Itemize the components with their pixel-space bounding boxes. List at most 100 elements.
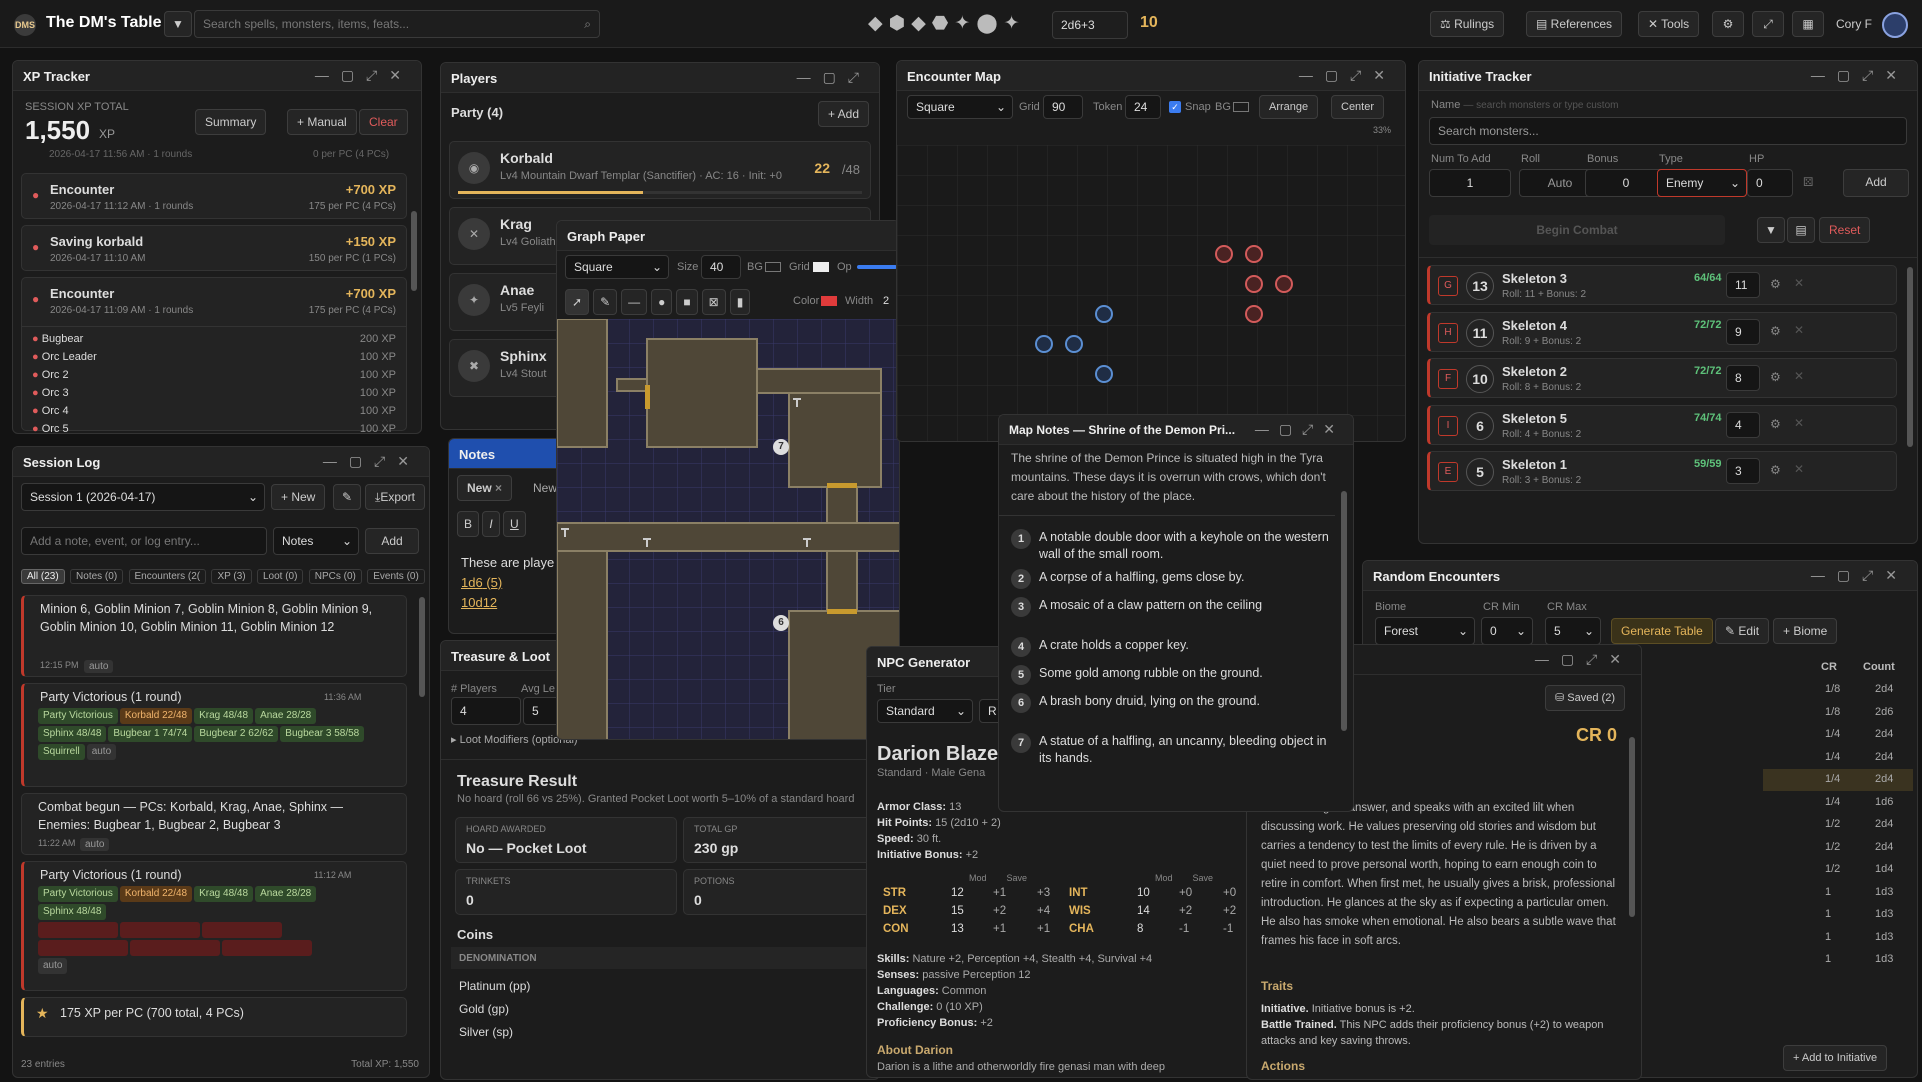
sort-button[interactable]: ▼ <box>1757 217 1785 243</box>
session-log-header[interactable]: Session Log —▢⤢✕ <box>13 447 429 477</box>
grid-swatch[interactable] <box>813 262 829 272</box>
num-input[interactable]: 1 <box>1429 169 1511 197</box>
filter-tab[interactable]: Encounters (2( <box>128 569 207 584</box>
map-button[interactable]: ▤ <box>1787 217 1815 243</box>
combatant-row[interactable]: E 5 Skeleton 1 Roll: 3 + Bonus: 2 59/59 3 ⚙ ✕ <box>1427 451 1897 491</box>
xp-clear-button[interactable]: Clear <box>359 109 408 135</box>
window-controls[interactable]: —▢⤢✕ <box>1535 651 1633 668</box>
close-icon[interactable]: × <box>495 481 502 495</box>
filter-button[interactable]: ▼ <box>164 11 192 37</box>
rect-tool[interactable]: ■ <box>676 289 698 315</box>
close-icon[interactable]: ✕ <box>1794 323 1804 337</box>
combatant-row[interactable]: F 10 Skeleton 2 Roll: 8 + Bonus: 2 72/72 8 ⚙ ✕ <box>1427 358 1897 398</box>
map-marker[interactable]: 6 <box>773 615 789 631</box>
table-row[interactable]: 1/4 2d4 <box>1763 724 1913 746</box>
grid-size-input[interactable]: 90 <box>1043 95 1083 119</box>
combatant-ac-input[interactable]: 4 <box>1726 411 1760 438</box>
tools-button[interactable]: ✕ Tools <box>1638 11 1700 37</box>
gear-icon[interactable]: ⚙ <box>1770 417 1781 431</box>
scrollbar[interactable] <box>411 211 417 291</box>
notes-tab[interactable]: New × <box>457 475 513 501</box>
graph-paper-header[interactable]: Graph Paper <box>557 221 899 251</box>
xp-manual-button[interactable]: + Manual <box>287 109 357 135</box>
dice-roll-link[interactable]: 1d6 (5) <box>461 575 502 590</box>
fill-tool[interactable]: ▮ <box>729 289 751 315</box>
close-icon[interactable]: ✕ <box>1794 276 1804 290</box>
table-row[interactable]: 1/4 1d6 <box>1763 792 1913 814</box>
player-token[interactable] <box>1065 335 1083 353</box>
erase-tool[interactable]: ⊠ <box>701 289 726 315</box>
table-row[interactable]: 1 1d3 <box>1763 949 1913 971</box>
list-item[interactable]: 5 Some gold among rubble on the ground. <box>1011 665 1333 685</box>
begin-combat-button[interactable]: Begin Combat <box>1429 215 1725 245</box>
combatant-ac-input[interactable]: 3 <box>1726 458 1760 484</box>
edit-table-button[interactable]: ✎ Edit <box>1715 618 1770 644</box>
players-header[interactable]: Players —▢⤢ <box>441 63 879 93</box>
add-combatant-button[interactable]: Add <box>1843 169 1909 197</box>
session-select[interactable]: Session 1 (2026-04-17) ⌄ <box>21 483 265 511</box>
dice-icon[interactable]: ⚄ <box>1803 175 1813 189</box>
random-encounters-header[interactable]: Random Encounters —▢⤢✕ <box>1363 561 1917 591</box>
table-row[interactable]: 1/2 2d4 <box>1763 837 1913 859</box>
dice-roll-link[interactable]: 10d12 <box>461 595 497 610</box>
table-row[interactable]: 1/8 2d4 <box>1763 679 1913 701</box>
table-row[interactable]: 1/2 1d4 <box>1763 859 1913 881</box>
circle-tool[interactable]: ● <box>651 289 673 315</box>
italic-button[interactable]: I <box>482 511 500 537</box>
close-icon[interactable]: ✕ <box>1794 462 1804 476</box>
enemy-token[interactable] <box>1245 275 1263 293</box>
log-type-select[interactable]: Notes ⌄ <box>273 527 359 555</box>
dice-formula-input[interactable]: 2d6+3 <box>1052 11 1128 39</box>
center-button[interactable]: Center <box>1331 95 1385 119</box>
gear-icon[interactable]: ⚙ <box>1770 324 1781 338</box>
list-item[interactable]: 4 A crate holds a copper key. <box>1011 637 1333 657</box>
new-session-button[interactable]: + New <box>271 484 326 510</box>
token-size-input[interactable]: 24 <box>1125 95 1161 119</box>
color-swatch[interactable] <box>821 296 837 306</box>
width-value[interactable]: 2 <box>883 295 889 307</box>
combatant-row[interactable]: G 13 Skeleton 3 Roll: 11 + Bonus: 2 64/64 11 ⚙… <box>1427 265 1897 305</box>
encounter-map-header[interactable]: Encounter Map —▢⤢✕ <box>897 61 1405 91</box>
notes-text[interactable]: These are playe <box>461 555 554 570</box>
enemy-token[interactable] <box>1275 275 1293 293</box>
enemy-token[interactable] <box>1245 245 1263 263</box>
table-row[interactable]: 1 1d3 <box>1763 904 1913 926</box>
window-controls[interactable]: —▢⤢✕ <box>315 67 413 84</box>
list-item[interactable]: 6 A brash bony druid, lying on the ground… <box>1011 693 1333 713</box>
graph-canvas[interactable]: 7 6 <box>557 318 899 739</box>
global-search-input[interactable]: Search spells, monsters, items, feats...… <box>194 10 600 38</box>
window-controls[interactable]: —▢⤢✕ <box>1811 67 1909 84</box>
add-player-button[interactable]: + Add <box>817 101 869 127</box>
dice-buttons[interactable]: ◆⬢◆⬣✦⬤✦ <box>868 12 1026 35</box>
list-item[interactable]: 3 A mosaic of a claw pattern on the ceili… <box>1011 597 1333 617</box>
log-add-button[interactable]: Add <box>365 528 419 554</box>
xp-summary-button[interactable]: Summary <box>195 109 267 135</box>
list-item[interactable]: 2 A corpse of a halfling, gems close by. <box>1011 569 1333 589</box>
notes-format-toolbar[interactable]: B I U <box>457 511 526 537</box>
map-canvas[interactable] <box>897 145 1405 441</box>
underline-button[interactable]: U <box>503 511 526 537</box>
table-row[interactable]: 1/2 2d4 <box>1763 814 1913 836</box>
log-entry-input[interactable]: Add a note, event, or log entry... <box>21 527 267 555</box>
type-select[interactable]: Enemy ⌄ <box>1657 169 1747 197</box>
player-token[interactable] <box>1095 305 1113 323</box>
snap-checkbox[interactable]: ✓ <box>1169 101 1181 113</box>
notes-tab[interactable]: New <box>533 481 557 495</box>
map-grid-select[interactable]: Square ⌄ <box>907 95 1013 119</box>
table-row[interactable]: 1 1d3 <box>1763 882 1913 904</box>
gear-icon[interactable]: ⚙ <box>1770 277 1781 291</box>
opacity-slider[interactable] <box>857 265 897 269</box>
rulings-button[interactable]: ⚖ Rulings <box>1430 11 1505 37</box>
user-avatar[interactable] <box>1882 12 1908 38</box>
gear-icon[interactable]: ⚙ <box>1770 463 1781 477</box>
window-controls[interactable]: —▢⤢✕ <box>1255 421 1345 438</box>
generate-table-button[interactable]: Generate Table <box>1611 618 1713 644</box>
user-name[interactable]: Cory F <box>1836 17 1872 31</box>
list-item[interactable]: 1 A notable double door with a keyhole on… <box>1011 529 1333 563</box>
fullscreen-button[interactable]: ⤢ <box>1752 11 1784 37</box>
select-tool[interactable]: ➚ <box>565 289 590 315</box>
filter-tab[interactable]: XP (3) <box>211 569 252 584</box>
combatant-ac-input[interactable]: 11 <box>1726 272 1760 298</box>
tier-select[interactable]: Standard ⌄ <box>877 699 973 723</box>
combatant-ac-input[interactable]: 9 <box>1726 318 1760 345</box>
